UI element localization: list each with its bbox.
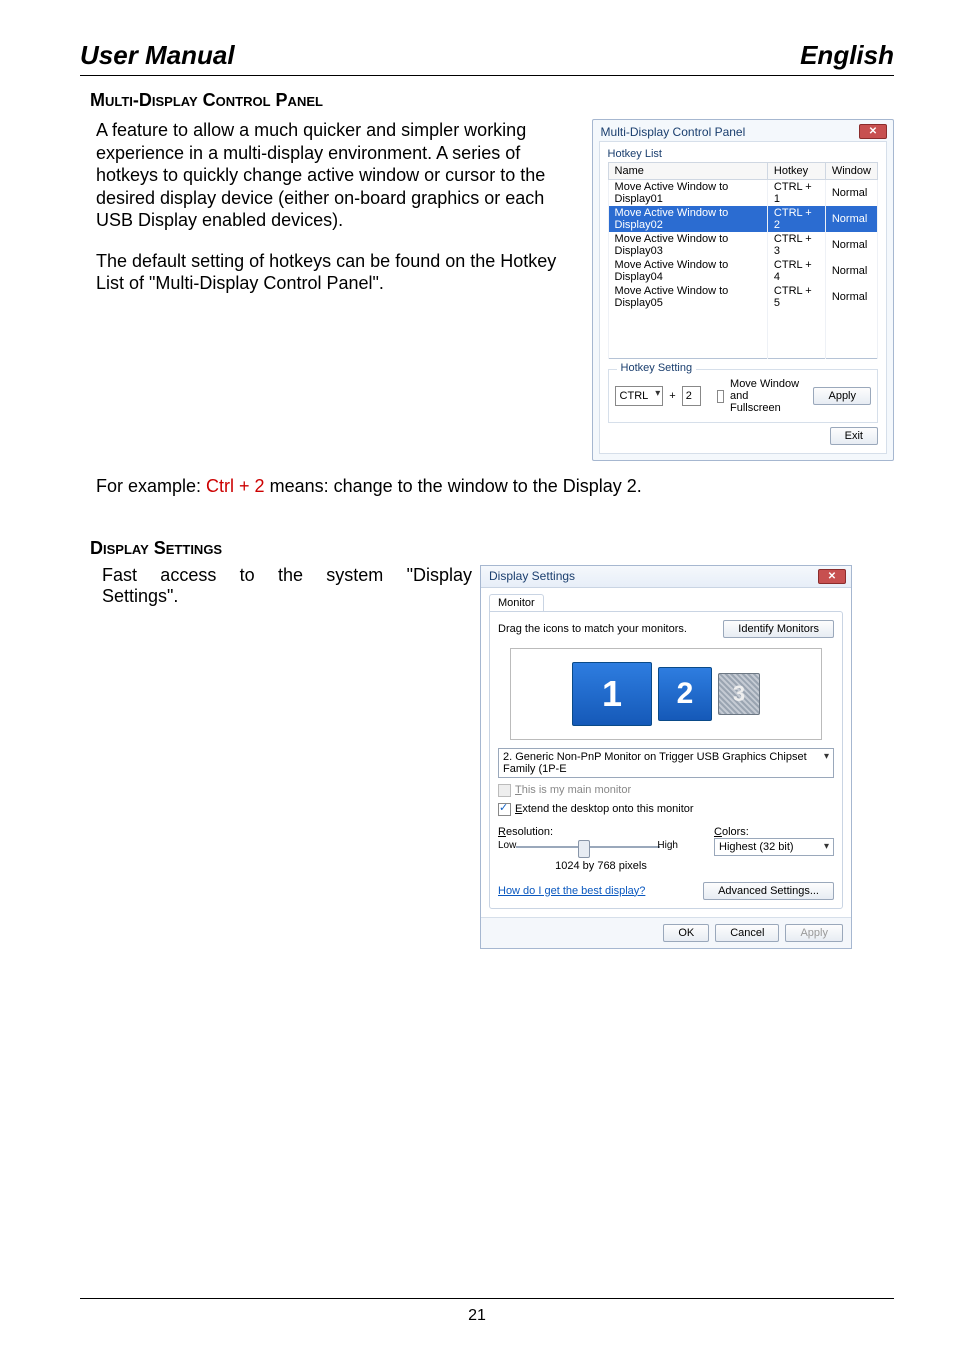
table-row[interactable]: Move Active Window to Display02CTRL + 2N… [608, 206, 877, 232]
plus-label: + [669, 390, 675, 402]
example-line: For example: Ctrl + 2 means: change to t… [96, 475, 894, 498]
hotkey-setting-group: Hotkey Setting CTRL + 2 Move Window and … [608, 369, 878, 423]
section1-para1: A feature to allow a much quicker and si… [96, 119, 582, 232]
colors-select[interactable]: Highest (32 bit) [714, 838, 834, 856]
table-row[interactable]: Move Active Window to Display05CTRL + 5N… [608, 284, 877, 310]
page-title-left: User Manual [80, 40, 235, 71]
table-row[interactable]: Move Active Window to Display03CTRL + 3N… [608, 232, 877, 258]
section-title-mdcp: Multi-Display Control Panel [90, 90, 894, 111]
mdcp-dialog: Multi-Display Control Panel ✕ Hotkey Lis… [592, 119, 894, 461]
ok-button[interactable]: OK [663, 924, 709, 942]
col-window[interactable]: Window [825, 163, 877, 180]
table-row[interactable]: Move Active Window to Display04CTRL + 4N… [608, 258, 877, 284]
key-field[interactable]: 2 [682, 386, 701, 406]
advanced-settings-button[interactable]: Advanced Settings... [703, 882, 834, 900]
monitor-3[interactable]: 3 [718, 673, 760, 715]
monitor-2[interactable]: 2 [658, 667, 712, 721]
modifier-select[interactable]: CTRL [615, 386, 664, 406]
resolution-slider[interactable]: Low High [498, 838, 678, 856]
help-link[interactable]: How do I get the best display? [498, 885, 645, 897]
tab-monitor[interactable]: Monitor [489, 594, 544, 612]
monitor-1[interactable]: 1 [572, 662, 652, 726]
ds-intro: Fast access to the system "Display Setti… [102, 565, 472, 949]
col-name[interactable]: Name [608, 163, 767, 180]
mdcp-title: Multi-Display Control Panel [601, 125, 746, 139]
extend-label: Extend the desktop onto this monitor [515, 803, 694, 815]
monitor-select[interactable]: 2. Generic Non-PnP Monitor on Trigger US… [498, 748, 834, 778]
main-monitor-label: This is my main monitor [515, 784, 631, 796]
hotkey-list-group: Hotkey List [608, 148, 878, 160]
section1-para2: The default setting of hotkeys can be fo… [96, 250, 582, 295]
drag-text: Drag the icons to match your monitors. [498, 623, 687, 635]
page-number: 21 [0, 1307, 954, 1325]
exit-button[interactable]: Exit [830, 427, 878, 445]
main-monitor-checkbox [498, 784, 511, 797]
page-title-right: English [800, 40, 894, 71]
identify-monitors-button[interactable]: Identify Monitors [723, 620, 834, 638]
fullscreen-checkbox[interactable] [717, 390, 724, 403]
ds-title-label: Display Settings [489, 569, 575, 583]
extend-checkbox[interactable] [498, 803, 511, 816]
colors-label: Colors: [714, 826, 834, 838]
close-icon[interactable]: ✕ [818, 569, 846, 584]
fullscreen-label: Move Window and Fullscreen [730, 378, 801, 414]
resolution-value: 1024 by 768 pixels [498, 860, 704, 872]
apply-button[interactable]: Apply [813, 387, 871, 405]
apply-button: Apply [785, 924, 843, 942]
resolution-label: Resolution: [498, 826, 704, 838]
monitor-arranger[interactable]: 1 2 3 [510, 648, 821, 740]
hotkey-table[interactable]: Name Hotkey Window Move Active Window to… [608, 162, 878, 359]
close-icon[interactable]: ✕ [859, 124, 887, 139]
table-row[interactable]: Move Active Window to Display01CTRL + 1N… [608, 180, 877, 207]
section-title-ds: Display Settings [90, 538, 894, 559]
display-settings-dialog: Display Settings ✕ Monitor Drag the icon… [480, 565, 852, 949]
cancel-button[interactable]: Cancel [715, 924, 779, 942]
col-hotkey[interactable]: Hotkey [767, 163, 825, 180]
